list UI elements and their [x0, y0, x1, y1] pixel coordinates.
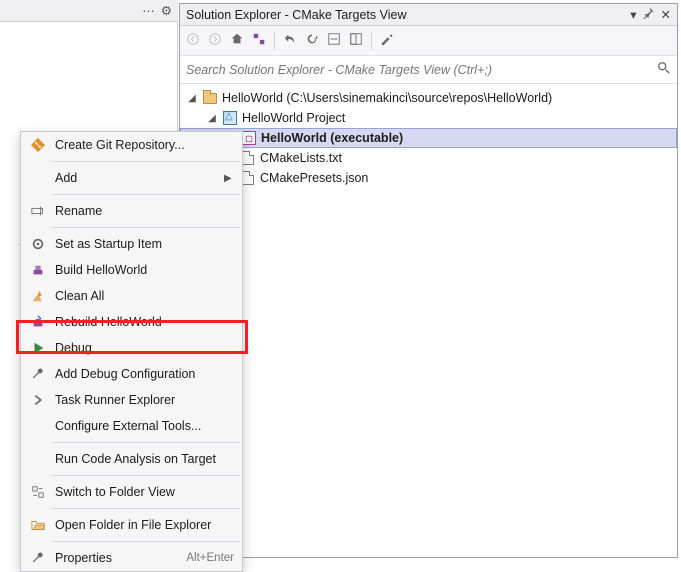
menu-label: Rebuild HelloWorld — [55, 315, 216, 329]
switch-views-icon[interactable] — [252, 32, 266, 49]
menu-label: Add Debug Configuration — [55, 367, 216, 381]
menu-label: Rename — [55, 204, 216, 218]
tree-label: CMakePresets.json — [260, 171, 368, 185]
blank-icon — [29, 169, 47, 187]
menu-label: Add — [55, 171, 216, 185]
blank-icon — [29, 417, 47, 435]
menu-label: Build HelloWorld — [55, 263, 216, 277]
menu-build[interactable]: Build HelloWorld — [21, 257, 242, 283]
search-icon[interactable] — [657, 61, 671, 78]
tree-label: CMakeLists.txt — [260, 151, 342, 165]
undo-icon[interactable] — [283, 32, 297, 49]
menu-rebuild[interactable]: Rebuild HelloWorld — [21, 309, 242, 335]
menu-separator — [51, 508, 240, 509]
expander-icon[interactable]: ◢ — [186, 93, 198, 104]
gear-icon — [29, 235, 47, 253]
tree-target-selected[interactable]: ▢ HelloWorld (executable) — [180, 128, 677, 148]
tree-project[interactable]: ◢ HelloWorld Project — [180, 108, 677, 128]
build-icon — [29, 261, 47, 279]
tree-label: HelloWorld (C:\Users\sinemakinci\source\… — [222, 91, 552, 105]
panel-title-text: Solution Explorer - CMake Targets View — [186, 8, 624, 22]
menu-label: Properties — [55, 551, 178, 565]
context-menu: Create Git Repository... Add ▶ Rename Se… — [20, 131, 243, 572]
menu-rename[interactable]: Rename — [21, 198, 242, 224]
menu-separator — [51, 442, 240, 443]
solution-tree: ◢ HelloWorld (C:\Users\sinemakinci\sourc… — [180, 84, 677, 192]
chevron-icon — [29, 391, 47, 409]
menu-label: Configure External Tools... — [55, 419, 216, 433]
menu-separator — [51, 194, 240, 195]
window-dropdown-icon[interactable]: ▾ — [630, 7, 636, 22]
expand-icon[interactable] — [349, 32, 363, 49]
expander-icon[interactable]: ◢ — [206, 113, 218, 124]
menu-startup[interactable]: Set as Startup Item — [21, 231, 242, 257]
panel-titlebar: Solution Explorer - CMake Targets View ▾… — [180, 4, 677, 26]
menu-debug[interactable]: Debug — [21, 335, 242, 361]
switch-icon — [29, 483, 47, 501]
menu-clean[interactable]: Clean All — [21, 283, 242, 309]
tree-label: HelloWorld (executable) — [261, 131, 403, 145]
ellipsis-icon[interactable]: ⋯ — [142, 3, 155, 18]
editor-toolbar: ⋯ ⚙ — [0, 0, 178, 22]
broom-icon — [29, 287, 47, 305]
folder-open-icon — [29, 516, 47, 534]
properties-icon[interactable] — [380, 32, 394, 49]
menu-create-git[interactable]: Create Git Repository... — [21, 132, 242, 158]
separator — [371, 32, 372, 50]
pin-icon[interactable] — [643, 7, 655, 22]
wrench-icon — [29, 549, 47, 567]
menu-label: Switch to Folder View — [55, 485, 216, 499]
project-icon — [222, 110, 238, 126]
play-icon — [29, 339, 47, 357]
rebuild-icon — [29, 313, 47, 331]
search-bar — [180, 56, 677, 84]
tree-label: HelloWorld Project — [242, 111, 345, 125]
wrench-icon — [29, 365, 47, 383]
menu-label: Run Code Analysis on Target — [55, 452, 216, 466]
tree-file[interactable]: CMakeLists.txt — [180, 148, 677, 168]
close-icon[interactable]: ✕ — [661, 7, 671, 22]
collapse-icon[interactable] — [327, 32, 341, 49]
menu-open-folder[interactable]: Open Folder in File Explorer — [21, 512, 242, 538]
shortcut-text: Alt+Enter — [186, 552, 234, 564]
forward-icon[interactable] — [208, 32, 222, 49]
menu-separator — [51, 475, 240, 476]
menu-label: Debug — [55, 341, 216, 355]
menu-label: Task Runner Explorer — [55, 393, 216, 407]
menu-task-runner[interactable]: Task Runner Explorer — [21, 387, 242, 413]
menu-label: Open Folder in File Explorer — [55, 518, 216, 532]
menu-external-tools[interactable]: Configure External Tools... — [21, 413, 242, 439]
menu-add-debug-config[interactable]: Add Debug Configuration — [21, 361, 242, 387]
menu-separator — [51, 161, 240, 162]
search-input[interactable] — [186, 63, 657, 77]
menu-separator — [51, 541, 240, 542]
executable-icon: ▢ — [241, 130, 257, 146]
panel-toolbar — [180, 26, 677, 56]
rename-icon — [29, 202, 47, 220]
menu-label: Set as Startup Item — [55, 237, 216, 251]
menu-label: Create Git Repository... — [55, 138, 216, 152]
menu-separator — [51, 227, 240, 228]
chevron-right-icon: ▶ — [224, 173, 234, 184]
refresh-icon[interactable] — [305, 32, 319, 49]
folder-icon — [202, 90, 218, 106]
menu-switch-folder-view[interactable]: Switch to Folder View — [21, 479, 242, 505]
menu-add[interactable]: Add ▶ — [21, 165, 242, 191]
menu-code-analysis[interactable]: Run Code Analysis on Target — [21, 446, 242, 472]
back-icon[interactable] — [186, 32, 200, 49]
menu-properties[interactable]: Properties Alt+Enter — [21, 545, 242, 571]
gear-icon[interactable]: ⚙ — [161, 3, 172, 18]
tree-file[interactable]: CMakePresets.json — [180, 168, 677, 188]
separator — [274, 32, 275, 50]
home-icon[interactable] — [230, 32, 244, 49]
menu-label: Clean All — [55, 289, 216, 303]
solution-explorer-panel: Solution Explorer - CMake Targets View ▾… — [179, 3, 678, 558]
blank-icon — [29, 450, 47, 468]
tree-root[interactable]: ◢ HelloWorld (C:\Users\sinemakinci\sourc… — [180, 88, 677, 108]
git-icon — [29, 136, 47, 154]
